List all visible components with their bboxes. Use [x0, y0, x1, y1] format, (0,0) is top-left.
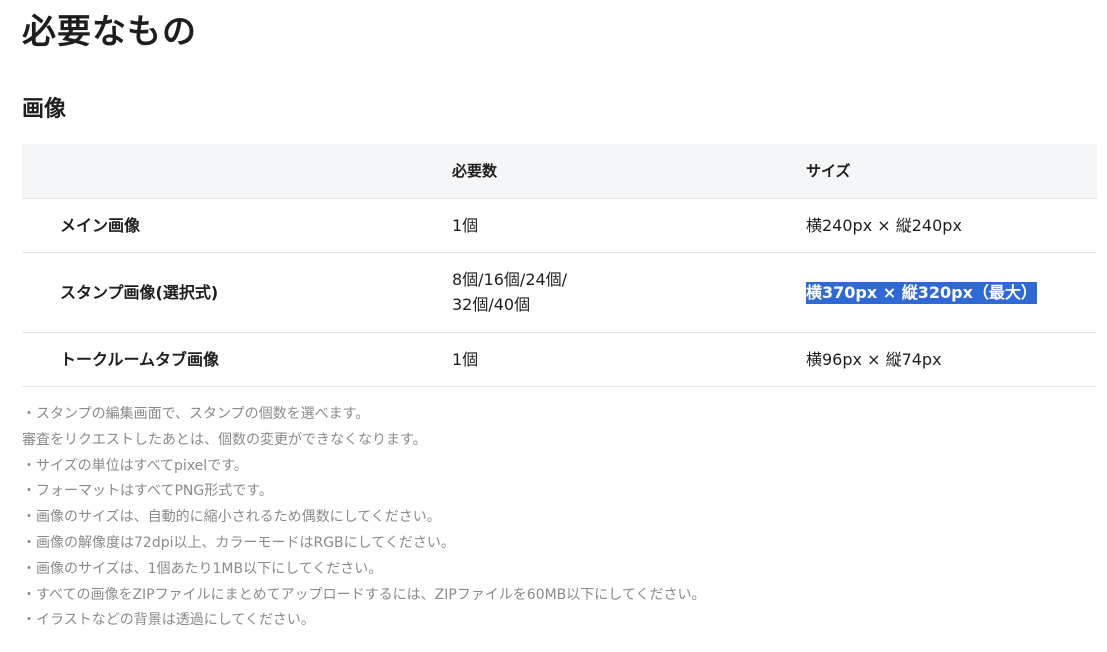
note-item: ・スタンプの編集画面で、スタンプの個数を選べます。 [22, 406, 370, 422]
row-count-tab-image: 1個 [452, 332, 806, 387]
note-item: ・画像のサイズは、1個あたり1MB以下にしてください。 [22, 560, 383, 577]
page: 必要なもの 画像 必要数 サイズ メイン画像 1個 横240px × 縦240p… [0, 0, 1107, 652]
header-size: サイズ [806, 144, 1097, 199]
row-count-sticker-image: 8個/16個/24個/ 32個/40個 [452, 252, 806, 333]
note-item: ・画像のサイズは、自動的に縮小されるため偶数にしてください。 [22, 509, 441, 526]
table-row: メイン画像 1個 横240px × 縦240px [22, 198, 1097, 253]
row-size-tab-image: 横96px × 縦74px [806, 332, 1097, 387]
row-count-sticker-line2: 32個/40個 [452, 295, 531, 314]
selected-size-text[interactable]: 横370px × 縦320px（最大） [806, 281, 1037, 304]
note-item: ・画像の解像度は72dpi以上、カラーモードはRGBにしてください。 [22, 534, 455, 551]
image-spec-table: 必要数 サイズ メイン画像 1個 横240px × 縦240px スタンプ画像(… [22, 144, 1097, 387]
notes-list: ・スタンプの編集画面で、スタンプの個数を選べます。 審査をリクエストしたあとは、… [22, 402, 705, 634]
section-title-images: 画像 [22, 97, 67, 122]
row-name-tab-image: トークルームタブ画像 [22, 332, 452, 387]
table-header-row: 必要数 サイズ [22, 144, 1097, 199]
note-item: ・フォーマットはすべてPNG形式です。 [22, 483, 273, 500]
row-count-main-image: 1個 [452, 198, 806, 253]
row-size-main-image: 横240px × 縦240px [806, 198, 1097, 253]
header-name [22, 144, 452, 199]
row-count-sticker-line1: 8個/16個/24個/ [452, 270, 568, 289]
row-name-main-image: メイン画像 [22, 198, 452, 253]
row-size-sticker-image[interactable]: 横370px × 縦320px（最大） [806, 252, 1097, 333]
row-name-sticker-image: スタンプ画像(選択式) [22, 252, 452, 333]
header-count: 必要数 [452, 144, 806, 199]
note-item: 審査をリクエストしたあとは、個数の変更ができなくなります。 [22, 431, 427, 448]
table-row: トークルームタブ画像 1個 横96px × 縦74px [22, 332, 1097, 387]
table-row: スタンプ画像(選択式) 8個/16個/24個/ 32個/40個 横370px ×… [22, 252, 1097, 333]
page-title: 必要なもの [22, 12, 197, 52]
note-item: ・すべての画像をZIPファイルにまとめてアップロードするには、ZIPファイルを6… [22, 586, 706, 603]
note-item: ・サイズの単位はすべてpixelです。 [22, 457, 248, 474]
note-item: ・イラストなどの背景は透過にしてください。 [22, 612, 315, 629]
